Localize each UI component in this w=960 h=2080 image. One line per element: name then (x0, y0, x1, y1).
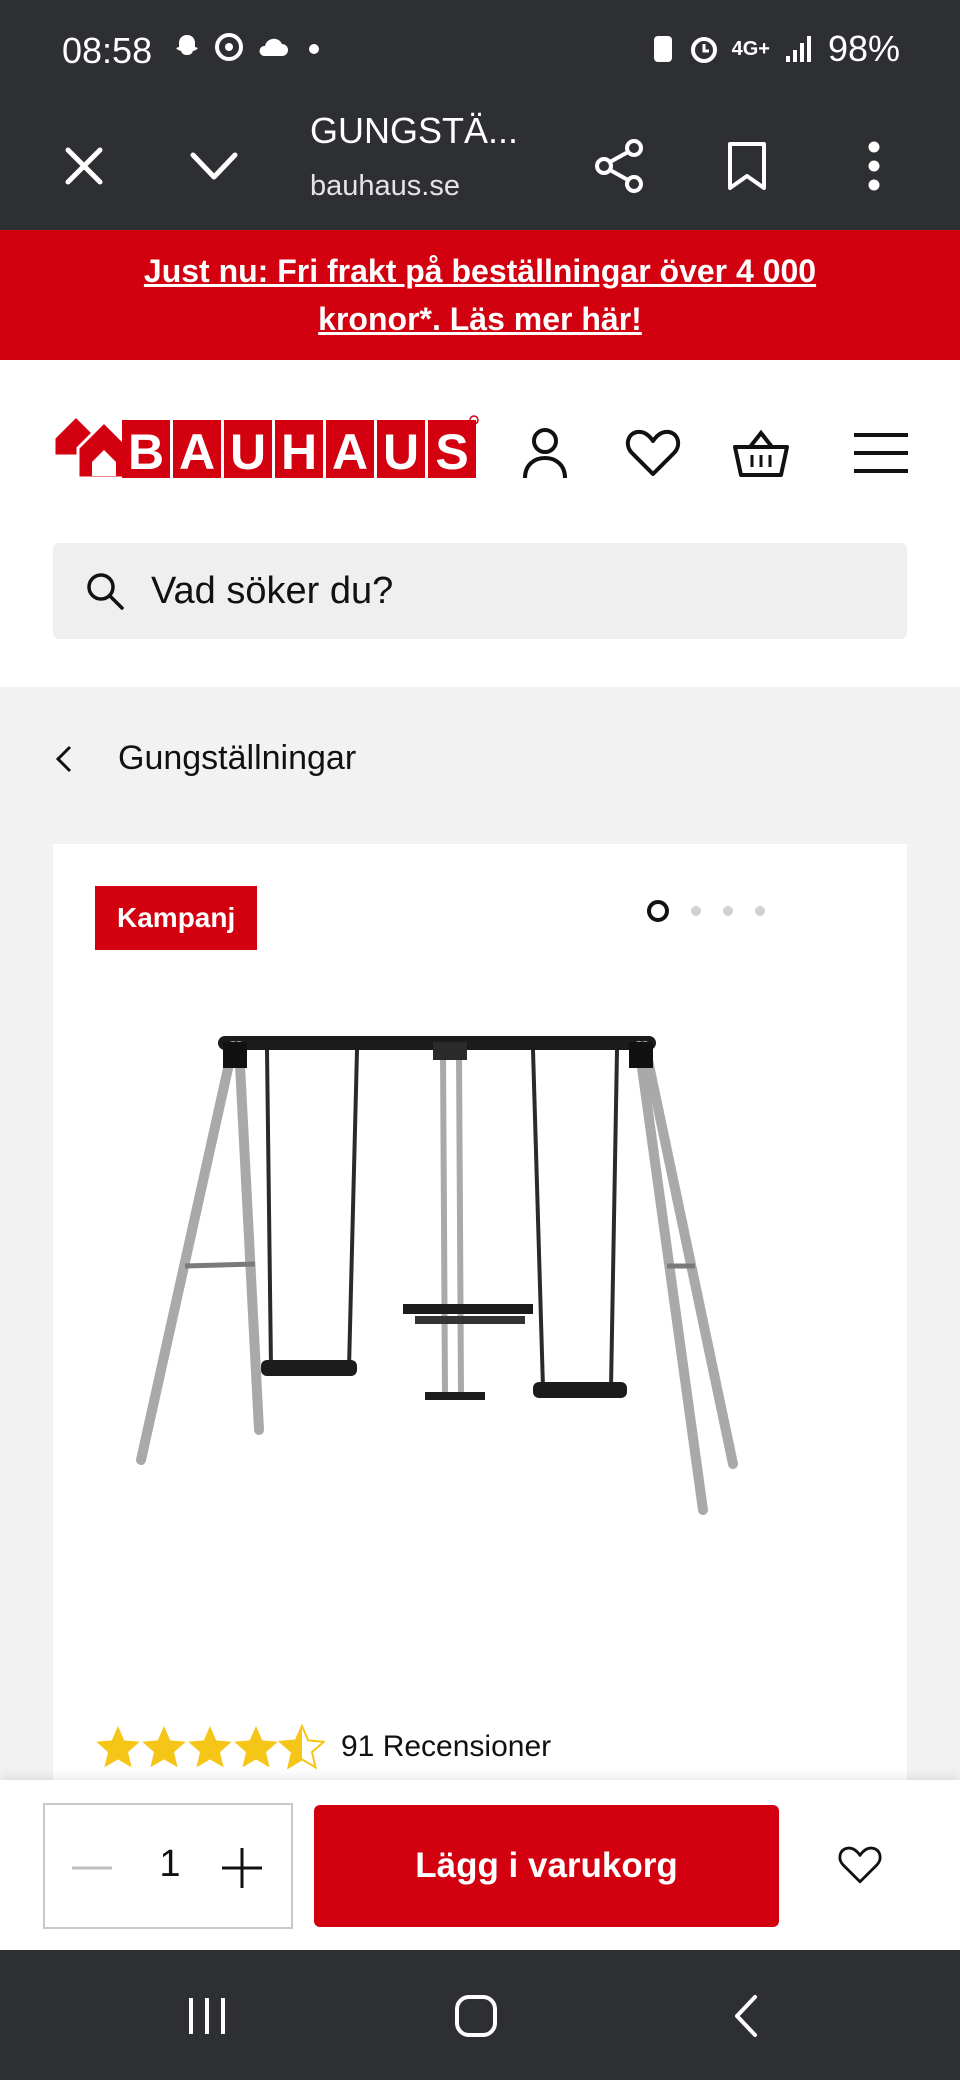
rating-stars (96, 1724, 325, 1770)
battery-level: 98% (827, 28, 900, 69)
svg-text:A: A (332, 424, 368, 480)
svg-text:U: U (383, 424, 419, 480)
product-image[interactable] (133, 1004, 833, 1564)
recent-apps-button[interactable] (177, 1986, 237, 2046)
more-options-button[interactable] (838, 130, 910, 202)
search-input[interactable] (151, 543, 871, 639)
minimize-button[interactable] (178, 130, 250, 202)
dot-icon (309, 44, 319, 54)
site-header: B A U H A U S (0, 360, 960, 687)
chrome-icon (215, 33, 243, 61)
buy-bar: 1 Lägg i varukorg (0, 1780, 960, 1950)
search-box[interactable] (53, 543, 907, 639)
search-icon (87, 573, 124, 610)
home-icon (455, 1995, 497, 2037)
promo-link[interactable]: Just nu: Fri frakt på beställningar över… (90, 247, 870, 343)
share-icon (595, 139, 643, 193)
quantity-stepper[interactable]: 1 (43, 1803, 293, 1929)
chevron-down-icon (190, 152, 238, 180)
back-button[interactable] (716, 1986, 776, 2046)
heart-icon (625, 429, 681, 476)
hamburger-menu-icon (854, 433, 908, 473)
heart-icon (838, 1846, 882, 1884)
svg-text:A: A (179, 424, 215, 480)
status-bar: 08:58 4G+ 98% (0, 0, 960, 100)
page-url: bauhaus.se (310, 170, 460, 202)
account-button[interactable] (514, 422, 576, 484)
user-icon (523, 428, 567, 479)
browser-toolbar: GUNGSTÄ... bauhaus.se (0, 100, 960, 230)
gallery-dot-1[interactable] (647, 900, 669, 922)
add-to-wishlist-button[interactable] (830, 1835, 890, 1895)
network-type: 4G+ (731, 37, 770, 60)
status-time: 08:58 (62, 30, 153, 71)
svg-text:H: H (281, 424, 317, 480)
svg-text:U: U (230, 424, 266, 480)
breadcrumb-label[interactable]: Gungställningar (118, 739, 356, 778)
home-button[interactable] (446, 1986, 506, 2046)
gallery-dot-3[interactable] (723, 906, 733, 916)
quantity-value[interactable]: 1 (140, 1843, 200, 1886)
close-icon (65, 147, 103, 185)
increase-quantity-button[interactable] (217, 1843, 267, 1893)
chevron-left-icon[interactable] (52, 739, 76, 779)
svg-text:S: S (435, 424, 468, 480)
gallery-dot-4[interactable] (755, 906, 765, 916)
svg-text:B: B (128, 424, 164, 480)
product-card: Kampanj 91 Recensioner (53, 844, 907, 1784)
back-icon (735, 1995, 757, 2037)
decrease-quantity-button[interactable] (67, 1843, 117, 1893)
gallery-dot-2[interactable] (691, 906, 701, 916)
recent-apps-icon (189, 1998, 225, 2034)
snapchat-icon (176, 35, 198, 55)
wishlist-button[interactable] (622, 422, 684, 484)
battery-saver-icon (653, 36, 672, 62)
page-title: GUNGSTÄ... (310, 110, 519, 151)
basket-icon (733, 429, 789, 477)
signal-icon (785, 36, 811, 62)
bookmark-button[interactable] (711, 130, 783, 202)
gallery-pagination[interactable] (647, 900, 765, 922)
system-navigation-bar (0, 1950, 960, 2080)
system-icons: 4G+ 98% (650, 28, 900, 70)
cart-button[interactable] (730, 422, 792, 484)
bauhaus-logo[interactable]: B A U H A U S (52, 398, 482, 488)
breadcrumb[interactable]: Gungställningar (0, 687, 960, 837)
campaign-badge: Kampanj (95, 886, 258, 950)
notification-icons (172, 32, 326, 62)
product-rating[interactable]: 91 Recensioner (95, 1724, 551, 1770)
plus-icon (222, 1848, 262, 1888)
close-tab-button[interactable] (48, 130, 120, 202)
bookmark-icon (728, 142, 766, 190)
add-to-cart-button[interactable]: Lägg i varukorg (314, 1805, 779, 1927)
reviews-count[interactable]: 91 Recensioner (341, 1730, 551, 1764)
cloud-icon (259, 38, 288, 56)
promo-banner: Just nu: Fri frakt på beställningar över… (0, 230, 960, 360)
minus-icon (72, 1866, 112, 1870)
share-button[interactable] (584, 130, 656, 202)
more-vertical-icon (868, 141, 880, 191)
menu-button[interactable] (850, 422, 912, 484)
alarm-icon (690, 37, 717, 63)
